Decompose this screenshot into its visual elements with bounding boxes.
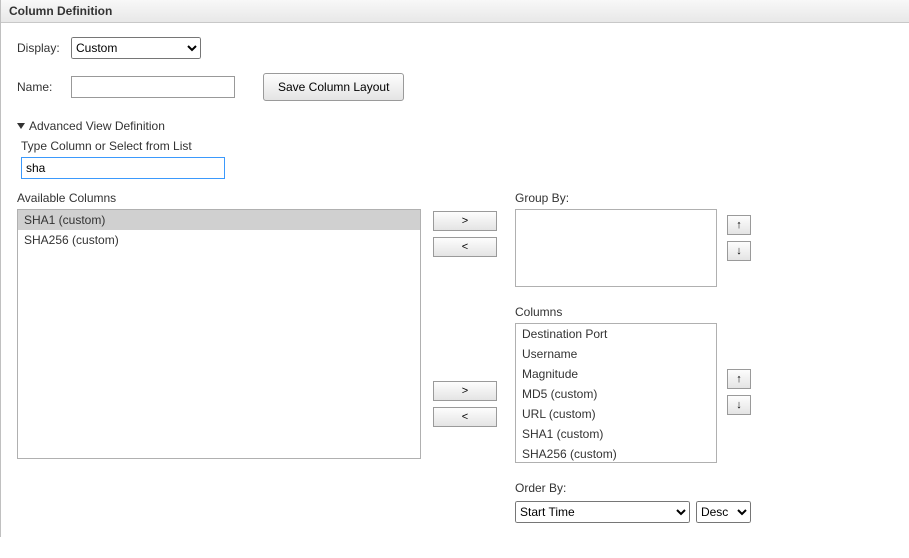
type-column-label: Type Column or Select from List [21, 139, 899, 153]
type-column-input[interactable] [21, 157, 225, 179]
add-to-columns-button[interactable]: > [433, 381, 497, 401]
display-label: Display: [17, 41, 63, 55]
display-select[interactable]: Custom [71, 37, 201, 59]
list-item[interactable]: SHA256 (custom) [516, 444, 716, 463]
order-by-label: Order By: [515, 481, 751, 495]
columns-move-down-button[interactable]: ↓ [727, 395, 751, 415]
available-columns-label: Available Columns [17, 191, 421, 205]
name-label: Name: [17, 80, 63, 94]
list-item[interactable]: Destination Port [516, 324, 716, 344]
list-item[interactable]: Username [516, 344, 716, 364]
list-item[interactable]: Magnitude [516, 364, 716, 384]
order-by-select[interactable]: Start Time [515, 501, 690, 523]
advanced-view-toggle[interactable]: Advanced View Definition [17, 119, 899, 133]
list-item[interactable]: SHA1 (custom) [516, 424, 716, 444]
remove-from-columns-button[interactable]: < [433, 407, 497, 427]
group-by-label: Group By: [515, 191, 751, 205]
caret-down-icon [17, 123, 25, 129]
save-column-layout-button[interactable]: Save Column Layout [263, 73, 404, 101]
columns-move-up-button[interactable]: ↑ [727, 369, 751, 389]
advanced-view-label: Advanced View Definition [29, 119, 165, 133]
remove-from-groupby-button[interactable]: < [433, 237, 497, 257]
list-item[interactable]: MD5 (custom) [516, 384, 716, 404]
add-to-groupby-button[interactable]: > [433, 211, 497, 231]
panel-title: Column Definition [1, 0, 909, 23]
order-direction-select[interactable]: Desc [696, 501, 751, 523]
columns-list[interactable]: Destination Port Username Magnitude MD5 … [515, 323, 717, 463]
group-by-list[interactable] [515, 209, 717, 287]
list-item[interactable]: SHA1 (custom) [18, 210, 420, 230]
available-columns-list[interactable]: SHA1 (custom) SHA256 (custom) [17, 209, 421, 459]
list-item[interactable]: URL (custom) [516, 404, 716, 424]
name-input[interactable] [71, 76, 235, 98]
groupby-move-down-button[interactable]: ↓ [727, 241, 751, 261]
columns-label: Columns [515, 305, 751, 319]
list-item[interactable]: SHA256 (custom) [18, 230, 420, 250]
groupby-move-up-button[interactable]: ↑ [727, 215, 751, 235]
